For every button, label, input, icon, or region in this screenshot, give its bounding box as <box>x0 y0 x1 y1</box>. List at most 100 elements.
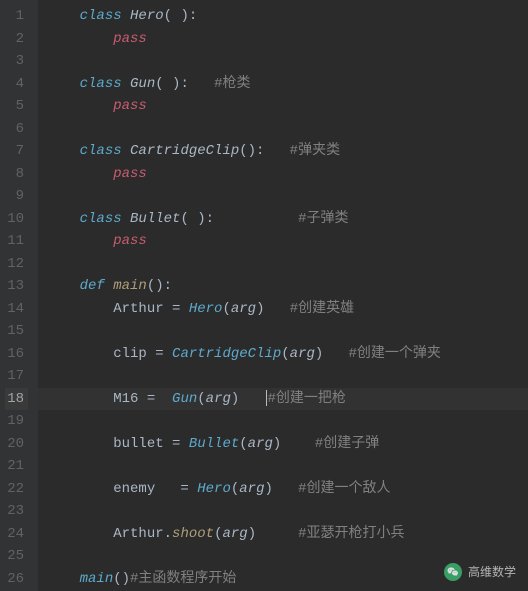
code-line[interactable]: Arthur = Hero(arg) #创建英雄 <box>46 298 528 321</box>
code-token: pass <box>113 98 147 114</box>
code-token: main <box>113 278 147 294</box>
code-token: = <box>147 391 172 407</box>
code-line[interactable]: def main(): <box>46 275 528 298</box>
code-token: M16 <box>113 391 147 407</box>
code-token: #创建一个弹夹 <box>349 346 441 362</box>
code-token: arg <box>206 391 231 407</box>
code-line[interactable]: pass <box>46 163 528 186</box>
line-number: 19 <box>5 410 28 433</box>
code-token: ( <box>222 301 230 317</box>
watermark: 高维数学 <box>444 561 516 584</box>
line-number-gutter: 1234567891011121314151617181920212223242… <box>0 0 38 591</box>
code-token: arg <box>239 481 264 497</box>
code-token <box>80 98 114 114</box>
code-token: ) <box>256 301 290 317</box>
code-token <box>80 391 114 407</box>
code-token <box>80 526 114 542</box>
line-number: 2 <box>5 28 28 51</box>
code-editor[interactable]: 1234567891011121314151617181920212223242… <box>0 0 528 591</box>
code-token: ( ): <box>155 76 214 92</box>
code-line[interactable] <box>46 500 528 523</box>
code-token: def <box>80 278 114 294</box>
line-number: 8 <box>5 163 28 186</box>
code-token: #弹夹类 <box>290 143 340 159</box>
code-line[interactable] <box>46 118 528 141</box>
code-line[interactable]: clip = CartridgeClip(arg) #创建一个弹夹 <box>46 343 528 366</box>
code-line[interactable]: enemy = Hero(arg) #创建一个敌人 <box>46 478 528 501</box>
code-token: = <box>172 436 189 452</box>
code-token: = <box>155 346 172 362</box>
code-token: arg <box>231 301 256 317</box>
code-token: Bullet <box>130 211 180 227</box>
code-line[interactable]: class CartridgeClip(): #弹夹类 <box>46 140 528 163</box>
code-token: class <box>80 76 130 92</box>
code-line[interactable]: class Hero( ): <box>46 5 528 28</box>
code-token <box>80 301 114 317</box>
line-number: 18 <box>5 388 28 411</box>
line-number: 11 <box>5 230 28 253</box>
code-token: pass <box>113 166 147 182</box>
code-line[interactable] <box>46 320 528 343</box>
code-token <box>80 233 114 249</box>
line-number: 17 <box>5 365 28 388</box>
code-token: (): <box>239 143 289 159</box>
code-token <box>80 436 114 452</box>
code-line[interactable]: class Bullet( ): #子弹类 <box>46 208 528 231</box>
code-token: Hero <box>197 481 231 497</box>
code-line[interactable] <box>46 253 528 276</box>
code-token: #创建一个敌人 <box>298 481 390 497</box>
line-number: 22 <box>5 478 28 501</box>
text-cursor <box>266 390 267 406</box>
line-number: 16 <box>5 343 28 366</box>
line-number: 14 <box>5 298 28 321</box>
code-token <box>80 166 114 182</box>
code-token: ( <box>231 481 239 497</box>
code-token: . <box>164 526 172 542</box>
code-line[interactable] <box>46 365 528 388</box>
code-token: Bullet <box>189 436 239 452</box>
code-line[interactable] <box>46 50 528 73</box>
line-number: 12 <box>5 253 28 276</box>
code-token: #创建英雄 <box>290 301 354 317</box>
code-line[interactable]: bullet = Bullet(arg) #创建子弹 <box>46 433 528 456</box>
code-token: #亚瑟开枪打小兵 <box>298 526 404 542</box>
code-area[interactable]: class Hero( ): pass class Gun( ): #枪类 pa… <box>38 0 528 591</box>
code-line[interactable] <box>46 455 528 478</box>
code-token: Hero <box>189 301 223 317</box>
code-token: main <box>80 571 114 587</box>
code-token: #创建子弹 <box>315 436 379 452</box>
code-line[interactable] <box>46 185 528 208</box>
watermark-text: 高维数学 <box>468 561 516 584</box>
line-number: 25 <box>5 545 28 568</box>
code-token: ) <box>315 346 349 362</box>
line-number: 13 <box>5 275 28 298</box>
line-number: 9 <box>5 185 28 208</box>
code-line[interactable]: M16 = Gun(arg) #创建一把枪 <box>46 388 528 411</box>
code-token: pass <box>113 31 147 47</box>
code-token: ( <box>239 436 247 452</box>
code-token: = <box>172 481 197 497</box>
code-line[interactable]: class Gun( ): #枪类 <box>46 73 528 96</box>
code-token: Gun <box>130 76 155 92</box>
code-line[interactable]: pass <box>46 95 528 118</box>
code-line[interactable]: pass <box>46 28 528 51</box>
code-line[interactable] <box>46 410 528 433</box>
code-token: class <box>80 143 130 159</box>
code-token: #创建一把枪 <box>268 391 346 407</box>
line-number: 4 <box>5 73 28 96</box>
line-number: 26 <box>5 568 28 591</box>
line-number: 23 <box>5 500 28 523</box>
code-line[interactable]: Arthur.shoot(arg) #亚瑟开枪打小兵 <box>46 523 528 546</box>
line-number: 5 <box>5 95 28 118</box>
line-number: 3 <box>5 50 28 73</box>
code-line[interactable]: pass <box>46 230 528 253</box>
code-token <box>80 481 114 497</box>
code-token <box>80 346 114 362</box>
code-token: ( <box>197 391 205 407</box>
code-token: class <box>80 8 130 24</box>
code-token: ( <box>281 346 289 362</box>
code-token: arg <box>248 436 273 452</box>
code-token: Arthur <box>113 301 172 317</box>
line-number: 1 <box>5 5 28 28</box>
code-token: pass <box>113 233 147 249</box>
